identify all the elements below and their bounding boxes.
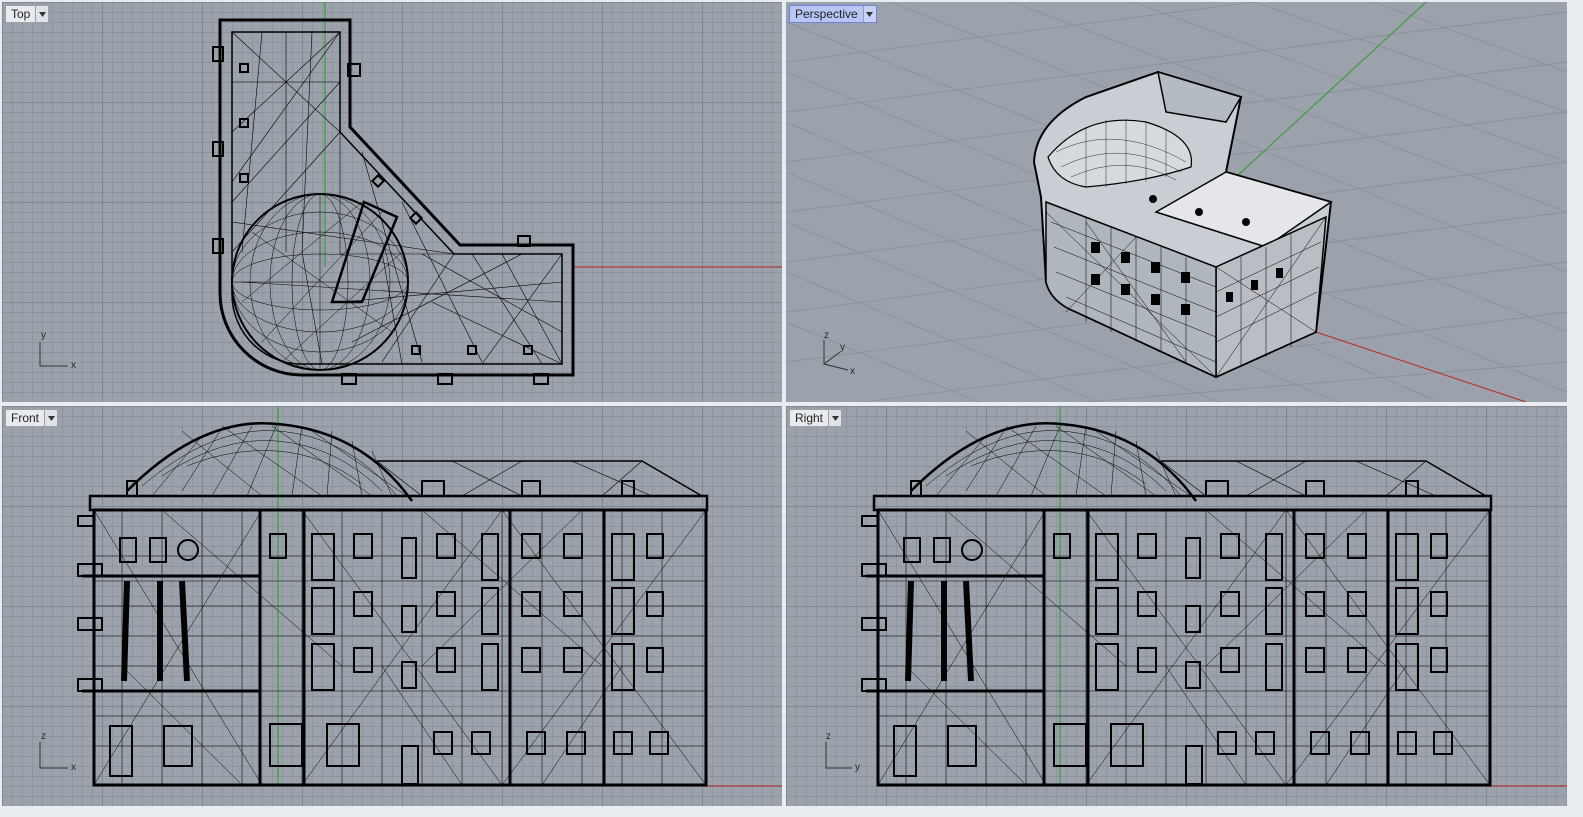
top-wireframe: y x xyxy=(39,2,782,385)
axis-widget-right xyxy=(825,742,852,769)
viewport-title: Right xyxy=(795,411,824,425)
viewport-title: Front xyxy=(11,411,40,425)
chevron-down-icon[interactable] xyxy=(828,410,842,426)
right-wireframe: z y xyxy=(825,406,1567,787)
status-strip xyxy=(0,807,1583,817)
viewport-tab-right[interactable]: Right xyxy=(789,409,843,427)
axis-label-y: y xyxy=(855,762,860,773)
building-perspective xyxy=(1032,70,1333,379)
viewport-title: Perspective xyxy=(795,7,858,21)
axis-label-x: x xyxy=(71,360,76,371)
building-front xyxy=(77,422,709,787)
axis-label-y: y xyxy=(840,342,845,353)
axis-label-z: z xyxy=(41,731,46,742)
perspective-wireframe: z y x xyxy=(786,2,1567,402)
axis-label-z: z xyxy=(826,731,831,742)
viewport-perspective[interactable]: z y x Perspective xyxy=(786,2,1567,402)
viewport-title: Top xyxy=(11,7,31,21)
viewport-tab-front[interactable]: Front xyxy=(5,409,59,427)
front-wireframe: z x xyxy=(39,406,782,787)
axis-label-x: x xyxy=(850,366,855,377)
axis-label-x: x xyxy=(71,762,76,773)
chevron-down-icon[interactable] xyxy=(862,6,876,22)
axis-widget-front xyxy=(39,742,68,769)
viewport-right[interactable]: z y Right xyxy=(786,406,1567,806)
building-right xyxy=(861,422,1493,787)
chevron-down-icon[interactable] xyxy=(44,410,58,426)
viewport-top[interactable]: y x Top xyxy=(2,2,782,402)
axis-label-z: z xyxy=(824,330,829,341)
viewport-tab-top[interactable]: Top xyxy=(5,5,50,23)
viewport-front[interactable]: z x Front xyxy=(2,406,782,806)
axis-label-y: y xyxy=(41,330,46,341)
axis-widget-top xyxy=(39,342,68,367)
viewport-tab-perspective[interactable]: Perspective xyxy=(789,5,877,23)
chevron-down-icon[interactable] xyxy=(35,6,49,22)
